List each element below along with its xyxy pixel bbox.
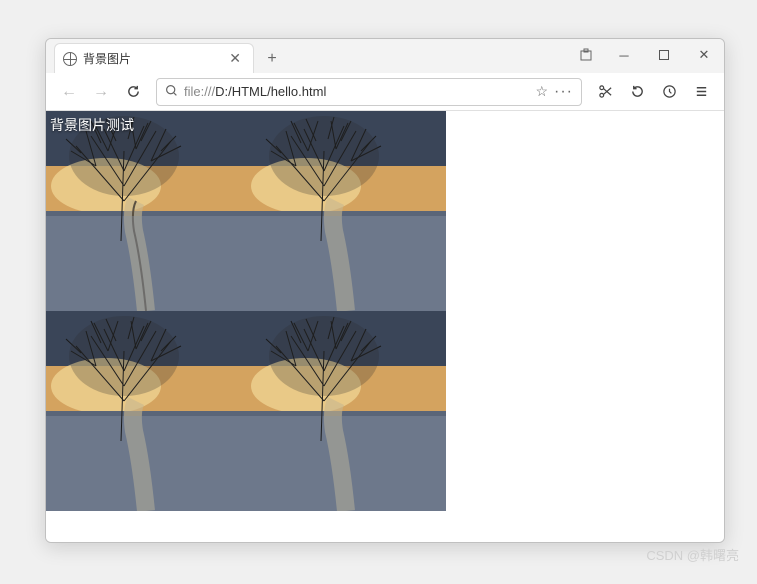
bg-tile (46, 311, 246, 511)
maximize-button[interactable] (644, 39, 684, 71)
window-controls: ─ ✕ (568, 39, 724, 71)
address-bar[interactable]: file:///D:/HTML/hello.html ☆ ··· (156, 78, 582, 106)
url-text: file:///D:/HTML/hello.html (184, 84, 529, 99)
forward-button[interactable]: → (86, 77, 116, 107)
more-icon[interactable]: ··· (554, 83, 573, 101)
history-icon[interactable] (654, 77, 684, 107)
page-content: 背景图片测试 (46, 111, 724, 542)
browser-window: 背景图片 ✕ + ─ ✕ ← → file:///D:/HTML/hello.h… (45, 38, 725, 543)
background-image-container: 背景图片测试 (46, 111, 446, 511)
square-icon (659, 50, 669, 60)
undo-icon[interactable] (622, 77, 652, 107)
extension-icon[interactable] (568, 39, 604, 71)
browser-tab[interactable]: 背景图片 ✕ (54, 43, 254, 73)
bg-tile (46, 111, 246, 311)
reload-button[interactable] (118, 77, 148, 107)
toolbar: ← → file:///D:/HTML/hello.html ☆ ··· (46, 73, 724, 111)
bg-tile (246, 311, 446, 511)
menu-icon[interactable] (686, 77, 716, 107)
bookmark-icon[interactable]: ☆ (535, 83, 548, 100)
back-button[interactable]: ← (54, 77, 84, 107)
tab-close-icon[interactable]: ✕ (225, 50, 245, 67)
watermark: CSDN @韩曙亮 (646, 545, 739, 564)
tab-title: 背景图片 (83, 50, 131, 67)
search-icon (165, 84, 178, 100)
page-title: 背景图片测试 (50, 115, 134, 135)
scissors-icon[interactable] (590, 77, 620, 107)
new-tab-button[interactable]: + (258, 45, 286, 73)
minimize-button[interactable]: ─ (604, 39, 644, 71)
title-bar: 背景图片 ✕ + ─ ✕ (46, 39, 724, 73)
globe-icon (63, 52, 77, 66)
bg-tile (246, 111, 446, 311)
close-button[interactable]: ✕ (684, 39, 724, 71)
